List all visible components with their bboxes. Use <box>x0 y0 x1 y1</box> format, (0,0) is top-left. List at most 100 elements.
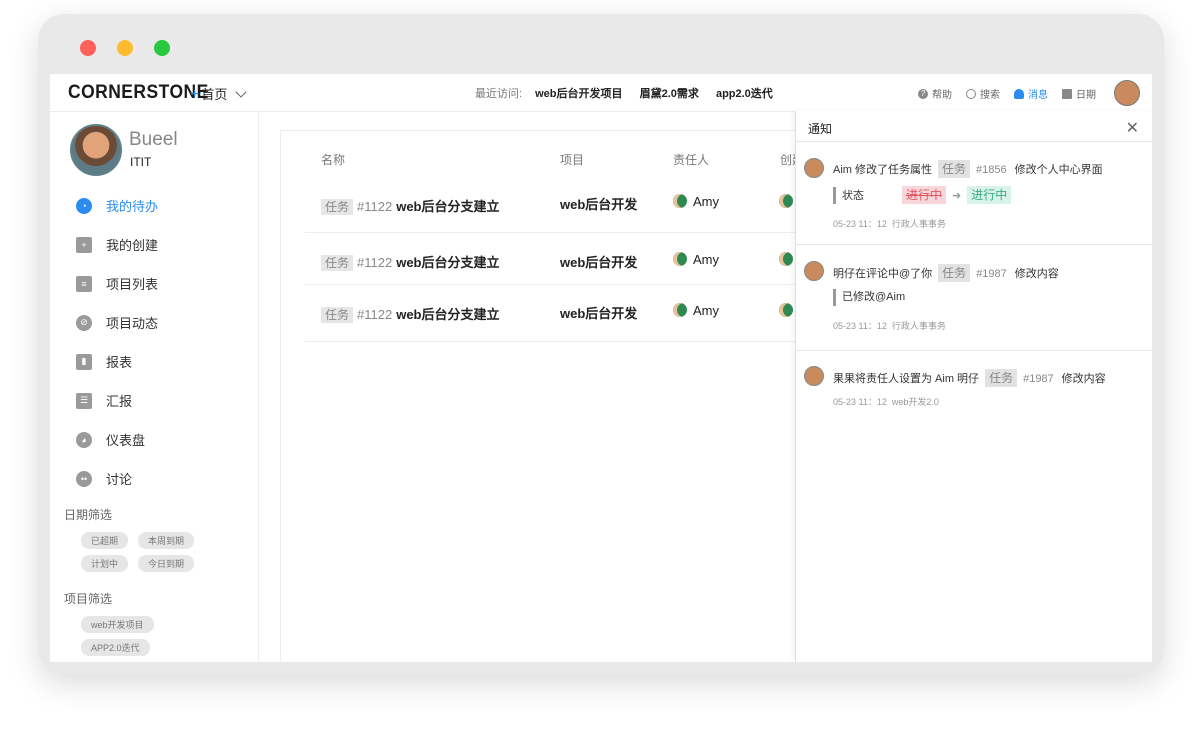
sidebar-item-reports[interactable]: ▮ 报表 <box>76 342 158 381</box>
clock-icon: ◔ <box>76 197 92 214</box>
sidebar-item-label: 仪表盘 <box>106 433 146 448</box>
timestamp: 05-23 11：12 <box>833 219 887 229</box>
sidebar-menu: ◔ 我的待办 + 我的创建 ≡ 项目列表 ⊘ 项目动态 ▮ 报表 ☰ 汇报 ◕ 仪表盘 •• 讨… <box>76 186 158 498</box>
field-label: 状态 <box>842 190 864 202</box>
sidebar-item-activity[interactable]: ⊘ 项目动态 <box>76 303 158 342</box>
logo: CORNERSTONE <box>68 82 209 103</box>
creator-avatar <box>779 194 793 208</box>
task-subject[interactable]: 修改内容 <box>1015 268 1059 280</box>
project-filter-tags: web开发项目 APP2.0迭代 <box>81 616 221 656</box>
avatar <box>804 261 824 281</box>
home-menu[interactable]: + 首页 <box>190 84 248 104</box>
timestamp: 05-23 11：12 <box>833 321 887 331</box>
task-type-badge: 任务 <box>321 199 354 215</box>
sidebar-item-todo[interactable]: ◔ 我的待办 <box>76 186 158 225</box>
filter-tag[interactable]: 已超期 <box>81 532 129 549</box>
calendar-button[interactable]: 日期 <box>1062 86 1096 101</box>
task-subject[interactable]: 修改个人中心界面 <box>1015 164 1103 176</box>
table-row[interactable]: 任务 #1122 web后台分支建立 web后台开发 Amy <box>305 232 805 285</box>
maximize-window-button[interactable] <box>154 40 170 56</box>
task-title[interactable]: web后台分支建立 <box>396 255 499 270</box>
table-row[interactable]: 任务 #1122 web后台分支建立 web后台开发 Amy <box>305 284 805 342</box>
notification-text: Aim 修改了任务属性 <box>833 164 932 176</box>
arrow-right-icon: ➜ <box>952 190 962 202</box>
sidebar-item-projects[interactable]: ≡ 项目列表 <box>76 264 158 303</box>
task-type-badge: 任务 <box>321 307 354 323</box>
source: 行政人事事务 <box>891 219 946 229</box>
task-owner: Amy <box>693 194 719 209</box>
sidebar-item-created[interactable]: + 我的创建 <box>76 225 158 264</box>
calendar-icon <box>1062 88 1072 99</box>
notification-item[interactable]: Aim 修改了任务属性 任务 #1856 修改个人中心界面 状态 进行中 ➜ 进行中 05-… <box>796 142 1152 245</box>
sidebar-item-label: 项目动态 <box>106 316 159 331</box>
task-title[interactable]: web后台分支建立 <box>396 307 499 322</box>
sidebar-item-summary[interactable]: ☰ 汇报 <box>76 381 158 420</box>
compass-icon: ⊘ <box>76 314 92 331</box>
timestamp: 05-23 11：12 <box>833 397 887 407</box>
sidebar-item-label: 报表 <box>106 355 133 370</box>
task-project: web后台开发 <box>560 306 638 321</box>
sidebar-item-label: 讨论 <box>106 472 133 487</box>
table-row[interactable]: 任务 #1122 web后台分支建立 web后台开发 Amy <box>305 180 805 233</box>
task-id: #1122 <box>357 307 393 322</box>
sidebar-item-label: 项目列表 <box>106 277 159 292</box>
list-icon: ≡ <box>76 275 92 292</box>
recent-link[interactable]: 眉黛2.0需求 <box>640 88 699 100</box>
change-quote: 状态 进行中 ➜ 进行中 <box>833 186 1012 204</box>
owner-avatar <box>673 303 687 317</box>
help-button[interactable]: ? 帮助 <box>918 86 952 101</box>
filter-tag[interactable]: 计划中 <box>81 555 129 572</box>
minimize-window-button[interactable] <box>117 40 133 56</box>
task-table: 名称 项目 责任人 创建 任务 #1122 web后台分支建立 web后台开发 Am… <box>280 130 812 662</box>
toolbar: ? 帮助 搜索 消息 日期 <box>918 86 1096 101</box>
task-project: web后台开发 <box>560 255 638 270</box>
notification-item[interactable]: 果果将责任人设置为 Aim 明仔 任务 #1987 修改内容 05-23 11：12 … <box>796 350 1152 430</box>
creator-avatar <box>779 303 793 317</box>
task-subject[interactable]: 修改内容 <box>1062 373 1106 385</box>
chat-icon: •• <box>76 470 92 487</box>
search-button[interactable]: 搜索 <box>966 86 1000 101</box>
task-id: #1856 <box>976 164 1007 176</box>
sidebar-item-label: 我的创建 <box>106 238 159 253</box>
owner-avatar <box>673 194 687 208</box>
close-icon[interactable]: ✕ <box>1126 118 1139 138</box>
column-header-owner: 责任人 <box>673 153 710 167</box>
filter-tag[interactable]: web开发项目 <box>81 616 154 633</box>
recent-link[interactable]: web后台开发项目 <box>535 88 622 100</box>
source: 行政人事事务 <box>891 321 946 331</box>
date-filter-title: 日期筛选 <box>64 508 113 522</box>
task-type-badge: 任务 <box>985 369 1018 387</box>
avatar <box>804 366 824 386</box>
create-icon: + <box>76 236 92 253</box>
messages-button[interactable]: 消息 <box>1014 86 1048 101</box>
bar-chart-icon: ▮ <box>76 353 92 370</box>
task-id: #1987 <box>1023 373 1054 385</box>
filter-tag[interactable]: 今日到期 <box>138 555 195 572</box>
source: web开发2.0 <box>891 397 939 407</box>
recent-link[interactable]: app2.0迭代 <box>716 88 773 100</box>
chevron-down-icon[interactable] <box>235 86 248 98</box>
user-name: Bueel <box>129 129 178 150</box>
calendar-label: 日期 <box>1076 90 1096 101</box>
profile-avatar[interactable] <box>70 124 122 176</box>
task-title[interactable]: web后台分支建立 <box>396 199 499 214</box>
column-header-name: 名称 <box>321 153 346 167</box>
task-type-badge: 任务 <box>938 264 971 282</box>
creator-avatar <box>779 252 793 266</box>
task-owner: Amy <box>693 303 719 318</box>
filter-tag[interactable]: APP2.0迭代 <box>81 639 150 656</box>
sidebar: Bueel ITIT ◔ 我的待办 + 我的创建 ≡ 项目列表 ⊘ 项目动态 ▮ 报表 ☰… <box>50 112 259 662</box>
close-window-button[interactable] <box>80 40 96 56</box>
old-status: 进行中 <box>902 186 947 204</box>
home-label: 首页 <box>201 87 228 102</box>
sidebar-item-discussion[interactable]: •• 讨论 <box>76 459 158 498</box>
filter-tag[interactable]: 本周到期 <box>138 532 195 549</box>
notification-text: 明仔在评论中@了你 <box>833 268 933 280</box>
notification-item[interactable]: 明仔在评论中@了你 任务 #1987 修改内容 已修改@Aim 05-23 11：12… <box>796 244 1152 351</box>
user-avatar[interactable] <box>1114 80 1140 106</box>
task-project: web后台开发 <box>560 197 638 212</box>
task-id: #1987 <box>976 268 1007 280</box>
task-type-badge: 任务 <box>321 255 354 271</box>
sidebar-item-dashboard[interactable]: ◕ 仪表盘 <box>76 420 158 459</box>
column-header-project: 项目 <box>560 153 585 167</box>
